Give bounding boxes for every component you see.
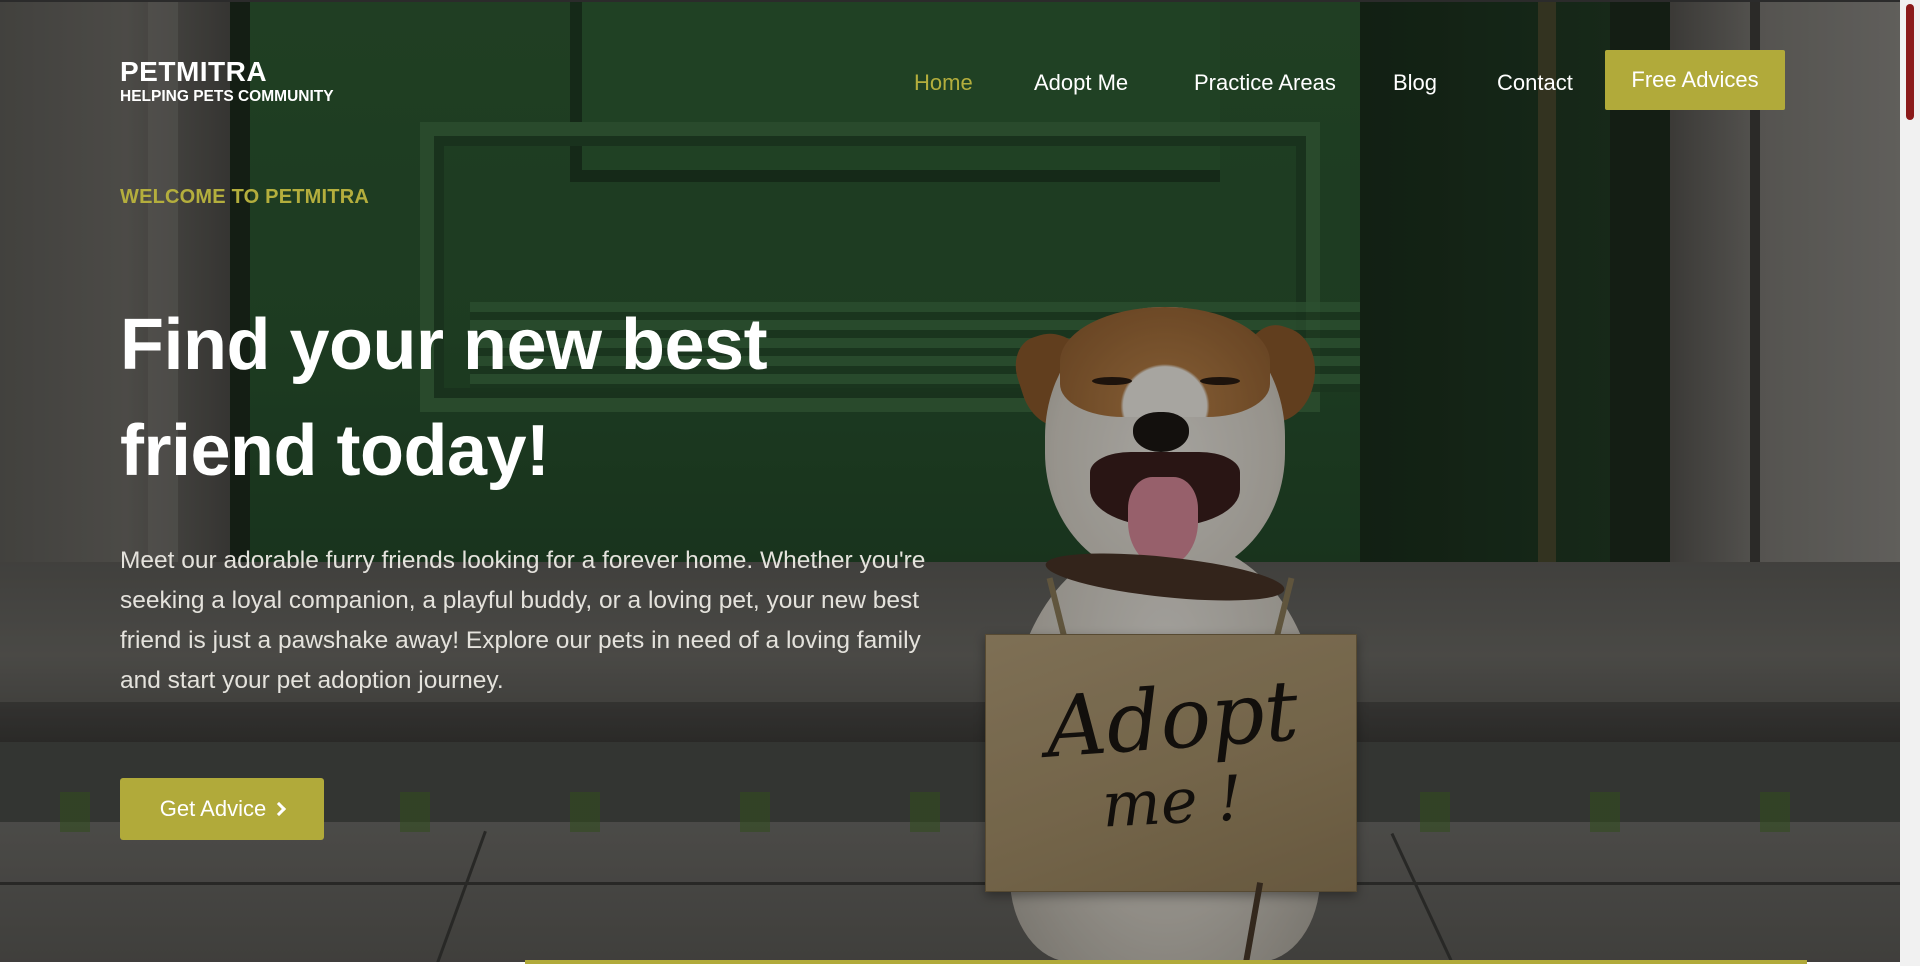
nav-item-home[interactable]: Home: [914, 70, 973, 96]
nav-item-blog[interactable]: Blog: [1393, 70, 1437, 96]
section-accent-bar: [525, 960, 1807, 964]
free-advices-button[interactable]: Free Advices: [1605, 50, 1785, 110]
hero-eyebrow: WELCOME TO PETMITRA: [120, 186, 369, 208]
hero-headline-line-1: Find your new best: [120, 305, 768, 385]
chevron-right-icon: [272, 801, 287, 817]
brand-name: PETMITRA: [120, 56, 268, 87]
nav-item-adopt-me[interactable]: Adopt Me: [1034, 70, 1128, 96]
get-advice-label: Get Advice: [159, 796, 267, 821]
get-advice-button[interactable]: Get Advice: [120, 778, 324, 840]
hero-headline-line-2: friend today!: [120, 411, 550, 491]
hero-headline: Find your new best friend today!: [120, 292, 900, 504]
vertical-scrollbar[interactable]: [1900, 0, 1920, 966]
site-logo[interactable]: PETMITRA HELPING PETS COMMUNITY: [120, 56, 334, 106]
scrollbar-thumb[interactable]: [1906, 4, 1914, 120]
brand-tagline: HELPING PETS COMMUNITY: [120, 88, 334, 105]
nav-item-contact[interactable]: Contact: [1497, 70, 1573, 96]
nav-item-practice-areas[interactable]: Practice Areas: [1194, 70, 1336, 96]
hero-description: Meet our adorable furry friends looking …: [120, 547, 926, 694]
